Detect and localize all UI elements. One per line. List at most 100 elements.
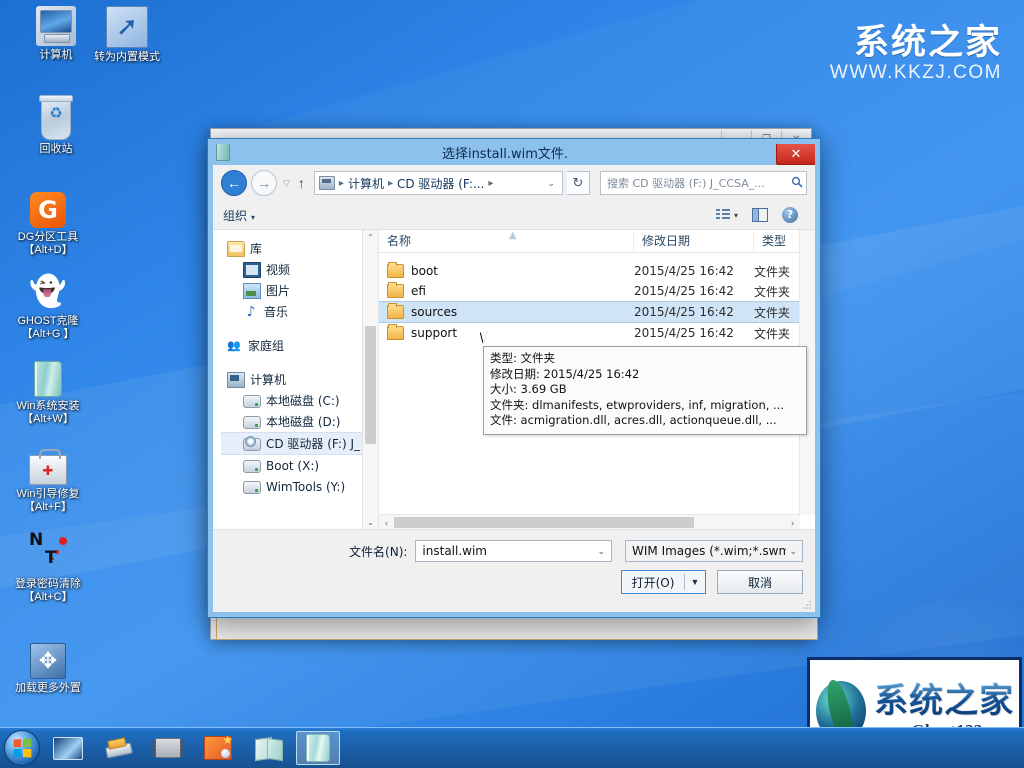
open-dropdown-arrow-icon[interactable]: ▼ <box>685 571 705 593</box>
pictures-icon <box>243 283 261 299</box>
scroll-up-arrow[interactable]: ⌃ <box>363 230 378 245</box>
dialog-button-row: 打开(O) ▼ 取消 <box>213 562 815 594</box>
table-row[interactable]: support 2015/4/25 16:42 文件夹 <box>379 323 815 343</box>
desktop-icon-builtin-mode[interactable]: 转为内置模式 <box>72 6 182 64</box>
tree-item-label: 图片 <box>266 282 290 299</box>
hscroll-left-arrow[interactable]: ‹ <box>379 518 394 528</box>
tree-item-pictures[interactable]: 图片 <box>221 280 378 301</box>
column-header-name[interactable]: 名称 ▲ <box>379 230 634 252</box>
help-icon: ? <box>782 207 798 223</box>
file-list-header: 名称 ▲ 修改日期 类型 <box>379 230 815 253</box>
resize-grip[interactable] <box>802 600 812 610</box>
desktop-icon-password-clear[interactable]: 登录密码清除 【Alt+C】 <box>0 535 96 604</box>
up-button[interactable]: ↑ <box>296 175 310 191</box>
tooltip-line: 修改日期: 2015/4/25 16:42 <box>490 367 800 383</box>
taskbar-item-notes[interactable] <box>246 731 290 765</box>
plane-tool-icon <box>104 737 132 759</box>
tooltip-line: 大小: 3.69 GB <box>490 382 800 398</box>
filename-input[interactable]: install.wim ⌄ <box>415 540 612 562</box>
scroll-down-arrow[interactable]: ⌄ <box>363 515 378 530</box>
file-name-cell: boot <box>379 264 634 278</box>
tree-item-local-disk-c[interactable]: 本地磁盘 (C:) <box>221 390 378 411</box>
start-button[interactable] <box>4 730 40 766</box>
tree-item-label: 音乐 <box>264 303 288 320</box>
desktop-icon-ghost-clone[interactable]: GHOST克隆 【Alt+G 】 <box>0 272 96 341</box>
tooltip-line: 文件夹: dlmanifests, etwproviders, inf, mig… <box>490 398 800 414</box>
desktop-icon-recycle-bin[interactable]: 回收站 <box>8 98 104 156</box>
hscroll-right-arrow[interactable]: › <box>785 518 800 528</box>
chevron-down-icon[interactable]: ⌄ <box>542 178 560 189</box>
tree-item-homegroup[interactable]: 家庭组 <box>221 335 378 356</box>
search-input[interactable]: 搜索 CD 驱动器 (F:) J_CCSA_... <box>600 171 807 195</box>
tree-item-label: CD 驱动器 (F:) J_ <box>266 435 360 452</box>
organize-button[interactable]: 组织▾ <box>223 207 255 224</box>
tree-item-music[interactable]: 音乐 <box>221 301 378 322</box>
desktop-icon-win-setup[interactable]: Win系统安装 【Alt+W】 <box>0 358 96 426</box>
chevron-down-icon: ▾ <box>734 211 738 220</box>
tree-item-wimtools-y[interactable]: WimTools (Y:) <box>221 476 378 497</box>
file-type-filter-select[interactable]: WIM Images (*.wim;*.swm;*. ⌄ <box>625 540 803 562</box>
dialog-title: 选择install.wim文件. <box>230 143 820 162</box>
preview-pane-button[interactable] <box>745 208 775 222</box>
breadcrumb-cd-drive[interactable]: CD 驱动器 (F:... <box>397 175 484 192</box>
address-bar[interactable]: ▸ 计算机 ▸ CD 驱动器 (F:... ▸ ⌄ <box>314 171 563 195</box>
file-name-label: support <box>411 326 457 340</box>
view-list-icon <box>716 209 730 221</box>
tree-item-label: Boot (X:) <box>266 459 319 473</box>
tree-item-videos[interactable]: 视频 <box>221 259 378 280</box>
hscroll-track[interactable] <box>394 515 785 530</box>
breadcrumb-separator: ▸ <box>486 178 495 189</box>
column-header-date[interactable]: 修改日期 <box>634 230 754 252</box>
tree-item-computer[interactable]: 计算机 <box>221 369 378 390</box>
file-list-pane: 名称 ▲ 修改日期 类型 boot 2015 <box>379 230 815 530</box>
desktop-icon-shortcut: 【Alt+C】 <box>0 591 96 604</box>
tree-item-cd-drive-f[interactable]: CD 驱动器 (F:) J_ <box>221 432 378 455</box>
desktop-icon-label: 回收站 <box>8 143 104 156</box>
file-name-label: sources <box>411 305 457 319</box>
file-open-dialog[interactable]: 选择install.wim文件. ✕ ← → ▽ ↑ ▸ 计算机 ▸ CD 驱动… <box>207 138 821 618</box>
scrollbar-thumb[interactable] <box>394 517 694 528</box>
recent-locations-icon[interactable]: ▽ <box>281 178 292 189</box>
cancel-button[interactable]: 取消 <box>717 570 803 594</box>
memory-chip-icon <box>155 738 181 758</box>
dialog-titlebar[interactable]: 选择install.wim文件. ✕ <box>208 139 820 165</box>
tree-item-boot-x[interactable]: Boot (X:) <box>221 455 378 476</box>
dialog-close-button[interactable]: ✕ <box>776 142 816 165</box>
tree-item-libraries[interactable]: 库 <box>221 238 378 259</box>
taskbar-item-monitor[interactable] <box>46 731 90 765</box>
forward-button[interactable]: → <box>251 170 277 196</box>
taskbar-item-media[interactable] <box>196 731 240 765</box>
desktop-icon-load-more-tools[interactable]: 加载更多外置 <box>0 640 96 695</box>
open-button[interactable]: 打开(O) ▼ <box>621 570 706 594</box>
taskbar-item-chip[interactable] <box>146 731 190 765</box>
navigation-tree: 库 视频 图片 音乐 <box>213 230 378 497</box>
desktop-icon-dg-partition-tool[interactable]: DG分区工具 【Alt+D】 <box>0 190 96 257</box>
help-button[interactable]: ? <box>775 207 805 223</box>
file-list-horizontal-scrollbar[interactable]: ‹ › <box>379 514 800 530</box>
table-row[interactable]: sources 2015/4/25 16:42 文件夹 <box>379 301 815 323</box>
breadcrumb-separator: ▸ <box>386 178 395 189</box>
back-button[interactable]: ← <box>221 170 247 196</box>
dialog-toolbar: 组织▾ ▾ ? <box>213 201 815 230</box>
file-type-filter-value: WIM Images (*.wim;*.swm;*. <box>632 544 786 558</box>
drive-icon <box>243 416 261 429</box>
views-button[interactable]: ▾ <box>709 209 745 221</box>
tree-item-label: 库 <box>250 240 262 257</box>
navigation-pane-scrollbar[interactable]: ⌃ ⌄ <box>362 230 378 530</box>
desktop-icon-win-boot-repair[interactable]: Win引导修复 【Alt+F】 <box>0 448 96 514</box>
drive-icon <box>243 395 261 408</box>
tree-item-local-disk-d[interactable]: 本地磁盘 (D:) <box>221 411 378 432</box>
music-icon <box>243 305 259 319</box>
file-name-label: boot <box>411 264 438 278</box>
table-row[interactable]: efi 2015/4/25 16:42 文件夹 <box>379 281 815 301</box>
scrollbar-thumb[interactable] <box>365 326 376 444</box>
refresh-button[interactable]: ↻ <box>567 171 590 195</box>
taskbar-item-setup[interactable] <box>296 731 340 765</box>
breadcrumb-computer[interactable]: 计算机 <box>348 175 384 192</box>
ntpwd-key-icon <box>28 535 68 575</box>
filename-row: 文件名(N): install.wim ⌄ WIM Images (*.wim;… <box>213 530 815 562</box>
taskbar-item-plane[interactable] <box>96 731 140 765</box>
chevron-down-icon[interactable]: ⌄ <box>593 546 609 557</box>
table-row[interactable]: boot 2015/4/25 16:42 文件夹 <box>379 261 815 281</box>
chevron-down-icon[interactable]: ⌄ <box>786 546 800 557</box>
